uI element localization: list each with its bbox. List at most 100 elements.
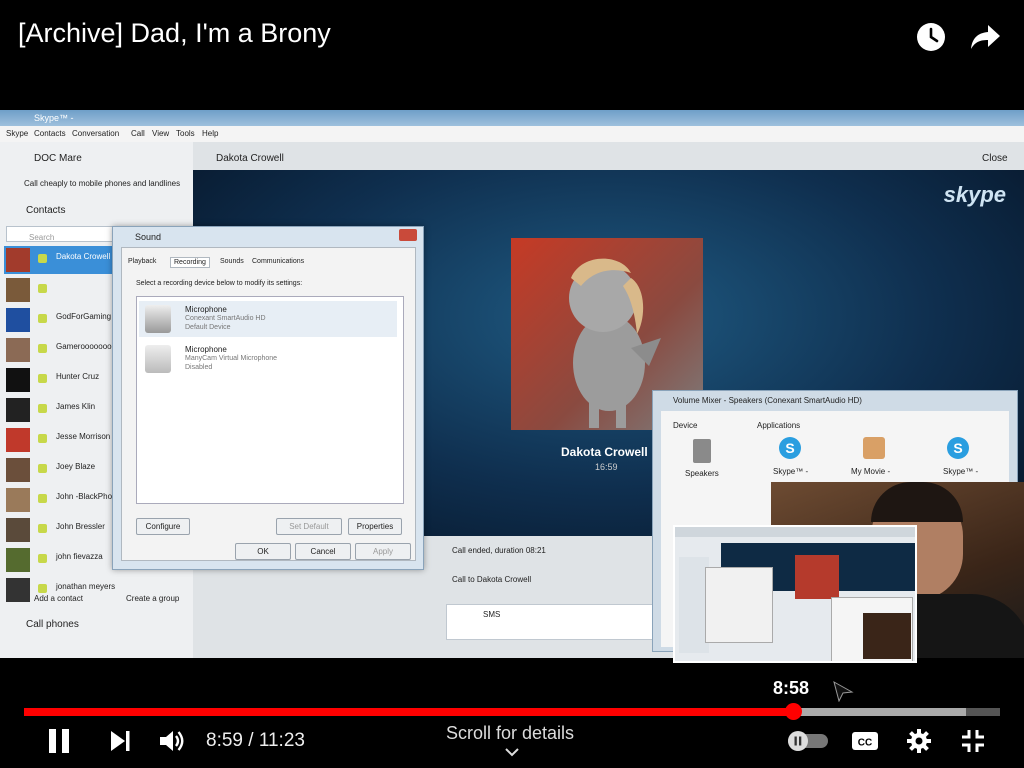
pause-icon[interactable] [42,726,76,756]
status-icon [38,404,47,413]
avatar [6,428,30,452]
device-row[interactable]: Microphone ManyCam Virtual Microphone Di… [139,341,397,377]
svg-text:CC: CC [858,738,872,749]
speaker-icon [693,439,711,463]
time-display: 8:59 / 11:23 [206,730,305,751]
chevron-down-icon[interactable] [504,746,520,764]
share-arrow-icon[interactable] [968,20,1002,54]
skype-menu-item: Skype [6,129,29,138]
preview-time: 8:58 [773,678,810,698]
progress-played [24,708,794,716]
movie-app-icon [863,437,885,459]
next-icon[interactable] [103,726,137,756]
skype-menu-item: Contacts [34,129,66,138]
person-hair [871,482,963,522]
status-icon [38,314,47,323]
tab-recording[interactable]: Recording [170,257,210,268]
status-icon [38,254,47,263]
skype-app-icon: S [779,437,801,459]
sound-dialog-title: Sound [135,232,162,242]
applications-label: Applications [757,421,801,430]
microphone-icon [145,305,171,333]
status-icon [38,584,47,593]
tab-communications[interactable]: Communications [252,258,304,265]
skype-app-icon: S [947,437,969,459]
contact-name: Jesse Morrison [56,432,111,441]
contact-name: Gamerooooooooo [56,342,121,351]
skype-menu-item: Conversation [72,129,120,138]
status-icon [38,374,47,383]
duration: 11:23 [258,730,305,751]
skype-menu-item: Tools [176,129,195,138]
contact-name: Hunter Cruz [56,372,100,381]
avatar [6,248,30,272]
skype-menu-item: Call [131,129,145,138]
create-group-button[interactable]: Create a group [126,594,179,603]
skype-window-title: Skype™ - [34,113,74,123]
status-icon [38,494,47,503]
app-label: Skype™ - [773,467,809,476]
call-time: 16:59 [595,462,618,472]
avatar [6,278,30,302]
scroll-for-details-text[interactable]: Scroll for details [446,723,574,744]
avatar [6,548,30,572]
skype-titlebar: Skype™ - [0,110,1024,126]
profile-name: DOC Mare [34,153,82,164]
contact-name: jonathan meyers [56,582,116,591]
call-phones-link[interactable]: Call phones [26,619,79,630]
status-icon [38,464,47,473]
tab-playback[interactable]: Playback [128,258,156,265]
device-list: Microphone Conexant SmartAudio HD Defaul… [136,296,404,504]
cancel-button[interactable]: Cancel [295,543,351,560]
avatar [6,518,30,542]
device-label: Device [673,421,698,430]
status-icon [38,554,47,563]
add-contact-button[interactable]: Add a contact [34,594,83,603]
caller-name: Dakota Crowell [561,445,648,459]
sound-dialog: Sound Playback Recording Sounds Communic… [112,226,424,570]
apply-button[interactable]: Apply [355,543,411,560]
set-default-button[interactable]: Set Default [276,518,342,535]
app-label: Skype™ - [943,467,979,476]
instruction-text: Select a recording device below to modif… [136,280,303,287]
exit-fullscreen-icon[interactable] [956,726,990,756]
app-label: My Movie - [851,467,891,476]
clock-icon[interactable] [914,20,948,54]
ok-button[interactable]: OK [235,543,291,560]
avatar [6,338,30,362]
captions-icon[interactable]: CC [848,726,882,756]
contact-name: Joey Blaze [56,462,96,471]
call-cheaply-text: Call cheaply to mobile phones and landli… [24,179,181,188]
skype-menubar: Skype Contacts Conversation Call View To… [0,126,1024,142]
contact-name: James Klin [56,402,96,411]
close-icon[interactable] [399,229,417,241]
autoplay-toggle[interactable] [786,726,830,756]
volume-mixer-title: Volume Mixer - Speakers (Conexant SmartA… [673,396,862,405]
configure-button[interactable]: Configure [136,518,190,535]
avatar [6,488,30,512]
tab-sounds[interactable]: Sounds [220,258,244,265]
avatar [6,398,30,422]
call-ended-text: Call ended, duration 08:21 [452,546,546,555]
close-conversation-button[interactable]: Close [982,153,1008,164]
avatar [6,308,30,332]
skype-menu-item: View [152,129,170,138]
contact-name: GodForGaming [56,312,112,321]
avatar [6,458,30,482]
cursor-icon [832,680,854,707]
avatar [6,578,30,602]
video-title: [Archive] Dad, I'm a Brony [18,18,331,48]
device-row[interactable]: Microphone Conexant SmartAudio HD Defaul… [139,301,397,337]
scrubber-handle[interactable] [785,703,802,720]
speakers-label: Speakers [685,469,719,478]
settings-gear-icon[interactable] [902,726,936,756]
status-icon [38,284,47,293]
contacts-header: Contacts [26,205,66,216]
contact-name: john fievazza [56,552,103,561]
skype-menu-item: Help [202,129,219,138]
volume-icon[interactable] [155,726,189,756]
conversation-name: Dakota Crowell [216,153,284,164]
message-input[interactable]: SMS [446,604,658,640]
properties-button[interactable]: Properties [348,518,402,535]
contact-name: John Bressler [56,522,105,531]
